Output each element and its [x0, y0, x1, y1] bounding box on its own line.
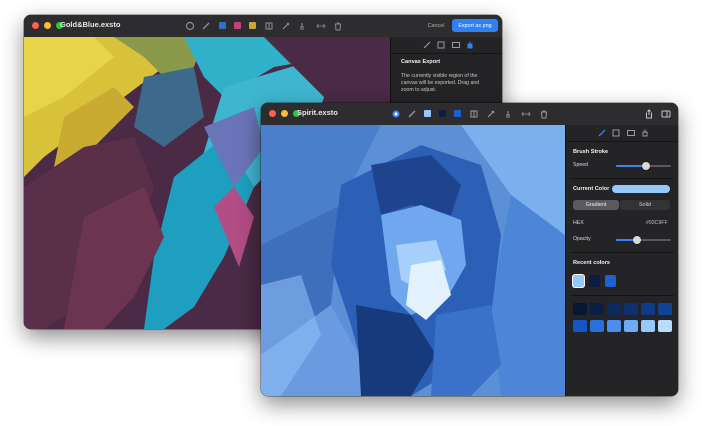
panel-divider	[570, 178, 674, 179]
back-window-title: Gold&Blue.exsto	[60, 20, 121, 29]
stamp-tool-icon[interactable]	[296, 20, 307, 31]
gradient-tool-icon[interactable]	[263, 20, 274, 31]
palette-swatch[interactable]	[573, 303, 587, 315]
gradient-toggle[interactable]: Gradient	[573, 200, 619, 210]
palette-swatch[interactable]	[658, 320, 672, 332]
palette-swatch[interactable]	[624, 303, 638, 315]
export-tab-icon[interactable]	[464, 39, 475, 50]
image-tab-icon-front[interactable]	[625, 127, 636, 138]
front-titlebar: Spirit.exsto	[261, 103, 678, 126]
toolbar-swatch-royal[interactable]	[454, 110, 461, 117]
image-tab-icon[interactable]	[450, 39, 461, 50]
recent-color-swatch[interactable]	[573, 275, 584, 287]
share-icon[interactable]	[643, 108, 654, 119]
palette-swatch[interactable]	[641, 303, 655, 315]
opacity-slider-knob[interactable]	[632, 236, 641, 244]
recent-colors-row	[573, 275, 673, 289]
gradient-tool-icon-front[interactable]	[468, 108, 479, 119]
toolbar-swatch-navy[interactable]	[439, 110, 446, 117]
hex-label: HEX	[573, 220, 584, 226]
toolbar-swatch-light[interactable]	[424, 110, 431, 117]
trash-icon[interactable]	[332, 20, 343, 31]
speed-label: Speed	[573, 162, 589, 168]
window-controls-front	[269, 110, 300, 117]
front-window-title: Spirit.exsto	[297, 108, 338, 117]
pen-tool-icon-front[interactable]	[485, 108, 496, 119]
recent-color-swatch[interactable]	[605, 275, 616, 287]
opacity-slider[interactable]	[616, 236, 671, 244]
brush-tool-icon-front[interactable]	[406, 108, 417, 119]
sidebar-toggle-icon[interactable]	[660, 108, 671, 119]
current-color-label: Current Color	[573, 186, 610, 192]
palette-swatch[interactable]	[573, 320, 587, 332]
toolbar-swatch-blue[interactable]	[219, 22, 226, 29]
back-titlebar: Gold&Blue.exsto Cancel Export as png	[24, 15, 502, 38]
recent-color-swatch[interactable]	[589, 275, 600, 287]
export-tab-icon-front[interactable]	[639, 127, 650, 138]
trash-icon-front[interactable]	[538, 108, 549, 119]
palette-swatch[interactable]	[607, 320, 621, 332]
minimize-button-front[interactable]	[281, 110, 288, 117]
export-png-button[interactable]: Export as png	[452, 19, 498, 32]
back-panel-tabs	[391, 37, 502, 54]
pen-tool-icon[interactable]	[280, 20, 291, 31]
recent-colors-heading: Recent colors	[573, 260, 610, 266]
select-tool-icon[interactable]	[184, 20, 195, 31]
resize-tool-icon-front[interactable]	[519, 108, 532, 119]
solid-toggle[interactable]: Solid	[620, 200, 670, 210]
front-brush-panel: Brush Stroke Speed Current Color Gradien…	[565, 125, 678, 396]
palette-swatch[interactable]	[590, 303, 604, 315]
resize-tool-icon[interactable]	[314, 20, 327, 31]
panel-divider-2	[570, 252, 674, 253]
close-button-front[interactable]	[269, 110, 276, 117]
close-button[interactable]	[32, 22, 39, 29]
palette-light-row	[573, 320, 673, 334]
toolbar-swatch-gold[interactable]	[249, 22, 256, 29]
brush-stroke-heading: Brush Stroke	[573, 149, 609, 155]
front-canvas[interactable]	[261, 125, 565, 396]
palette-swatch[interactable]	[658, 303, 672, 315]
panel-divider-3	[570, 295, 674, 296]
layers-tab-icon[interactable]	[435, 39, 446, 50]
hex-value-field[interactable]: #93C9FF	[646, 220, 668, 226]
brush-tool-icon[interactable]	[200, 20, 211, 31]
window-controls	[32, 22, 63, 29]
canvas-export-heading: Canvas Export	[401, 59, 441, 65]
front-panel-tabs	[566, 125, 678, 142]
speed-slider[interactable]	[616, 162, 671, 170]
front-window: Spirit.exsto Brush Stroke Speed Current …	[261, 103, 678, 396]
minimize-button[interactable]	[44, 22, 51, 29]
speed-slider-knob[interactable]	[642, 162, 651, 170]
stamp-tool-icon-front[interactable]	[502, 108, 513, 119]
canvas-export-description: The currently visible region of the canv…	[401, 73, 480, 93]
layers-tab-icon-front[interactable]	[610, 127, 621, 138]
select-tool-icon-front[interactable]	[390, 108, 401, 119]
brush-tab-icon[interactable]	[421, 39, 432, 50]
brush-tab-icon-front[interactable]	[596, 127, 607, 138]
cancel-button[interactable]: Cancel	[424, 21, 448, 31]
palette-swatch[interactable]	[607, 303, 621, 315]
palette-swatch[interactable]	[641, 320, 655, 332]
palette-swatch[interactable]	[624, 320, 638, 332]
palette-swatch[interactable]	[590, 320, 604, 332]
current-color-swatch[interactable]	[612, 185, 670, 193]
palette-dark-row	[573, 303, 673, 317]
toolbar-swatch-pink[interactable]	[234, 22, 241, 29]
opacity-label: Opacity	[573, 236, 591, 242]
